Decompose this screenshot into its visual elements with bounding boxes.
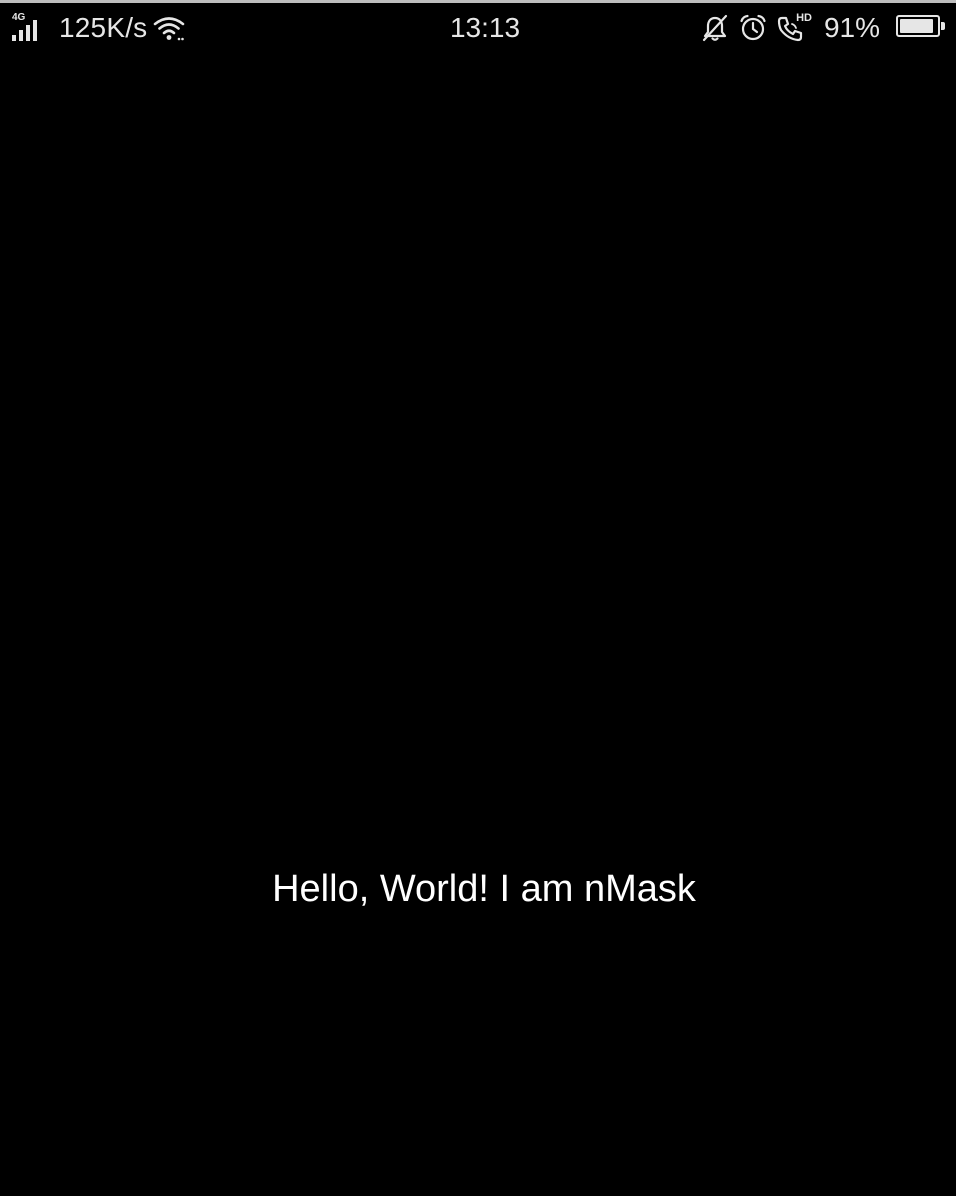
battery-fill [900, 19, 933, 33]
greeting-text: Hello, World! I am nMask [272, 868, 696, 910]
hd-label: HD [796, 12, 812, 24]
hd-voice-call-icon: HD [776, 13, 812, 43]
app-content: Hello, World! I am nMask [0, 53, 956, 1196]
status-bar: 4G 125K/s 13:13 HD 91% [0, 3, 956, 53]
bell-muted-icon [702, 14, 728, 42]
battery-icon [896, 15, 946, 41]
battery-tip [941, 22, 945, 30]
status-bar-right: HD 91% [700, 11, 946, 45]
battery-percent: 91% [823, 12, 880, 43]
alarm-clock-icon [740, 14, 766, 41]
battery-body [896, 15, 940, 37]
